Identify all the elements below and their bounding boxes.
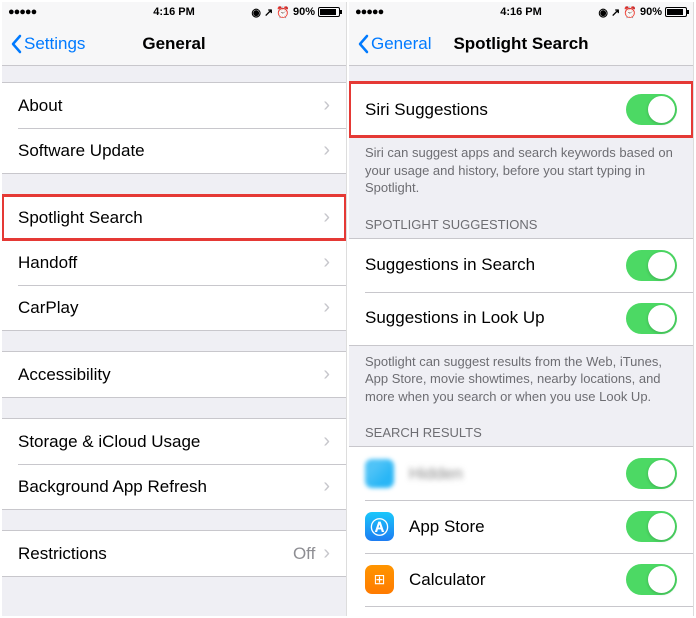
cell-accessibility[interactable]: Accessibility › (2, 352, 346, 397)
toggle-result[interactable] (626, 564, 677, 595)
toggle-result[interactable] (626, 511, 677, 542)
status-time: 4:16 PM (500, 6, 542, 18)
status-indicators-icon: ◉ ↗ ⏰ (251, 6, 290, 19)
status-bar: ●●●●● 4:16 PM ◉ ↗ ⏰ 90% (349, 2, 693, 22)
toggle-suggestions-lookup[interactable] (626, 303, 677, 334)
toggle-result[interactable] (626, 458, 677, 489)
chevron-left-icon (357, 34, 369, 54)
back-label: Settings (24, 34, 85, 54)
cell-background-app-refresh[interactable]: Background App Refresh › (2, 464, 346, 509)
signal-icon: ●●●●● (355, 6, 383, 18)
chevron-right-icon: › (323, 296, 330, 319)
status-indicators-icon: ◉ ↗ ⏰ (598, 6, 637, 19)
nav-bar: General Spotlight Search (349, 22, 693, 66)
chevron-left-icon (10, 34, 22, 54)
chevron-right-icon: › (323, 206, 330, 229)
search-results-header: SEARCH RESULTS (349, 419, 693, 446)
signal-icon: ●●●●● (8, 6, 36, 18)
cell-siri-suggestions[interactable]: Siri Suggestions (349, 83, 693, 136)
toggle-suggestions-search[interactable] (626, 250, 677, 281)
calculator-icon: ⊞ (365, 565, 394, 594)
cell-carplay[interactable]: CarPlay › (2, 285, 346, 330)
battery-percent: 90% (640, 6, 662, 18)
cell-handoff[interactable]: Handoff › (2, 240, 346, 285)
status-time: 4:16 PM (153, 6, 195, 18)
chevron-right-icon: › (323, 363, 330, 386)
app-icon (365, 459, 394, 488)
cell-value: Off (293, 544, 315, 564)
cell-storage-icloud[interactable]: Storage & iCloud Usage › (2, 419, 346, 464)
cell-software-update[interactable]: Software Update › (2, 128, 346, 173)
phone-left: ●●●●● 4:16 PM ◉ ↗ ⏰ 90% Settings General… (2, 2, 347, 616)
cell-spotlight-search[interactable]: Spotlight Search › (2, 195, 346, 240)
content-right: Siri Suggestions Siri can suggest apps a… (349, 66, 693, 616)
appstore-icon: Ⓐ (365, 512, 394, 541)
battery-percent: 90% (293, 6, 315, 18)
battery-icon (665, 7, 687, 17)
page-title: Spotlight Search (453, 34, 588, 54)
back-button[interactable]: Settings (2, 34, 85, 54)
cell-result-hidden[interactable]: Hidden (349, 447, 693, 500)
cell-result-calendar[interactable]: ▭ Calendar (349, 606, 693, 616)
spotlight-suggestions-header: SPOTLIGHT SUGGESTIONS (349, 211, 693, 238)
cell-restrictions[interactable]: Restrictions Off › (2, 531, 346, 576)
chevron-right-icon: › (323, 430, 330, 453)
content-left: About › Software Update › Spotlight Sear… (2, 66, 346, 616)
page-title: General (142, 34, 205, 54)
cell-result-appstore[interactable]: Ⓐ App Store (349, 500, 693, 553)
chevron-right-icon: › (323, 94, 330, 117)
cell-suggestions-in-lookup[interactable]: Suggestions in Look Up (349, 292, 693, 345)
battery-icon (318, 7, 340, 17)
chevron-right-icon: › (323, 542, 330, 565)
cell-about[interactable]: About › (2, 83, 346, 128)
cell-result-calculator[interactable]: ⊞ Calculator (349, 553, 693, 606)
siri-footer: Siri can suggest apps and search keyword… (349, 137, 693, 205)
nav-bar: Settings General (2, 22, 346, 66)
chevron-right-icon: › (323, 139, 330, 162)
chevron-right-icon: › (323, 251, 330, 274)
back-button[interactable]: General (349, 34, 431, 54)
toggle-siri-suggestions[interactable] (626, 94, 677, 125)
cell-suggestions-in-search[interactable]: Suggestions in Search (349, 239, 693, 292)
chevron-right-icon: › (323, 475, 330, 498)
phone-right: ●●●●● 4:16 PM ◉ ↗ ⏰ 90% General Spotligh… (349, 2, 694, 616)
status-bar: ●●●●● 4:16 PM ◉ ↗ ⏰ 90% (2, 2, 346, 22)
spotlight-footer: Spotlight can suggest results from the W… (349, 346, 693, 414)
back-label: General (371, 34, 431, 54)
